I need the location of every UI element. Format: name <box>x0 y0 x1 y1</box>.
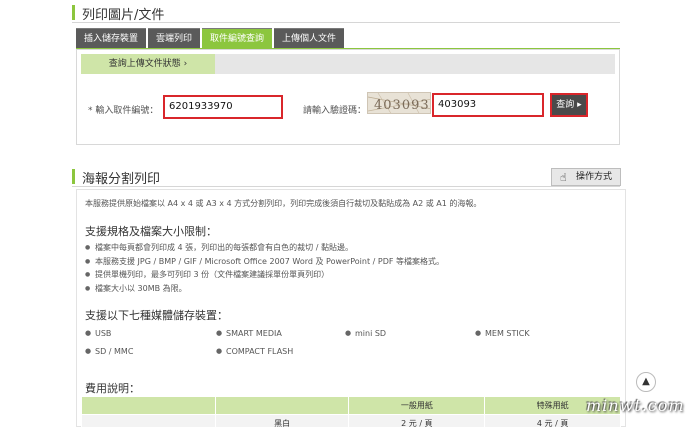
captcha-text: 403093 <box>374 98 430 113</box>
watermark-logo: minwt.com <box>586 396 685 415</box>
pickup-number-label: * 輸入取件編號： <box>88 106 159 116</box>
tab-pickup-query[interactable]: 取件編號查詢 <box>202 28 273 48</box>
subtab-upload-status[interactable]: 查詢上傳文件狀態 › <box>81 54 215 74</box>
device-item: SMART MEDIA <box>216 329 282 338</box>
table-cell <box>81 396 216 415</box>
device-item: MEM STICK <box>475 329 530 338</box>
scroll-top-button[interactable]: ▲ <box>636 372 656 392</box>
how-to-label: 操作方式 <box>576 172 613 182</box>
section-divider <box>72 186 620 187</box>
list-item: 提供單機列印，最多可列印 3 份（文件檔案建議採單份單頁列印） <box>85 268 444 282</box>
table-row: 黑白 2 元 / 頁 4 元 / 頁 <box>81 414 621 427</box>
tab-insert-storage[interactable]: 插入儲存裝置 <box>76 28 147 48</box>
device-item: USB <box>85 329 111 338</box>
device-item: COMPACT FLASH <box>216 347 293 356</box>
table-cell: 黑白 <box>214 414 350 427</box>
list-item: 檔案大小以 30MB 為限。 <box>85 282 444 296</box>
tab-upload-documents[interactable]: 上傳個人文件 <box>274 28 345 48</box>
fees-heading: 費用說明： <box>85 382 140 395</box>
query-button[interactable]: 查詢 ▸ <box>550 93 588 117</box>
tab-bar: 插入儲存裝置 雲端列印 取件編號查詢 上傳個人文件 <box>76 28 345 48</box>
list-item: 本服務支援 JPG / BMP / GIF / Microsoft Office… <box>85 255 444 269</box>
captcha-input[interactable]: 403093 <box>432 93 544 117</box>
subtab-bar: 查詢上傳文件狀態 › <box>81 54 615 74</box>
captcha-label: 請輸入驗證碼： <box>303 106 367 116</box>
device-item: SD / MMC <box>85 347 133 356</box>
poster-content: 本服務提供原始檔案以 A4 x 4 或 A3 x 4 方式分割列印，列印完成後須… <box>76 189 626 427</box>
tab-cloud-print[interactable]: 雲端列印 <box>148 28 201 48</box>
device-item: mini SD <box>345 329 386 338</box>
fee-table: 一般用紙 特殊用紙 黑白 2 元 / 頁 4 元 / 頁 <box>81 396 621 427</box>
table-cell: 一般用紙 <box>348 396 486 415</box>
table-header-row: 一般用紙 特殊用紙 <box>81 396 621 415</box>
spec-list: 檔案中每頁都會列印成 4 張，列印出的每張都會有白色的裁切 / 黏貼邊。 本服務… <box>85 241 444 295</box>
how-to-button[interactable]: ☝ 操作方式 <box>551 168 621 186</box>
spec-heading: 支援規格及檔案大小限制： <box>85 225 217 238</box>
table-cell <box>81 414 216 427</box>
table-cell: 2 元 / 頁 <box>348 414 486 427</box>
section-title-poster: 海報分割列印 <box>72 168 160 187</box>
devices-heading: 支援以下七種媒體儲存裝置： <box>85 309 228 322</box>
hand-pointer-icon: ☝ <box>560 171 567 184</box>
table-cell <box>214 396 350 415</box>
query-panel: 查詢上傳文件狀態 › * 輸入取件編號： 6201933970 請輸入驗證碼： … <box>76 49 620 145</box>
section-divider <box>72 22 620 23</box>
captcha-image: 403093 <box>367 92 431 114</box>
intro-text: 本服務提供原始檔案以 A4 x 4 或 A3 x 4 方式分割列印，列印完成後須… <box>85 199 482 208</box>
list-item: 檔案中每頁都會列印成 4 張，列印出的每張都會有白色的裁切 / 黏貼邊。 <box>85 241 444 255</box>
section-title-print: 列印圖片/文件 <box>72 4 164 23</box>
pickup-number-input[interactable]: 6201933970 <box>163 95 283 119</box>
